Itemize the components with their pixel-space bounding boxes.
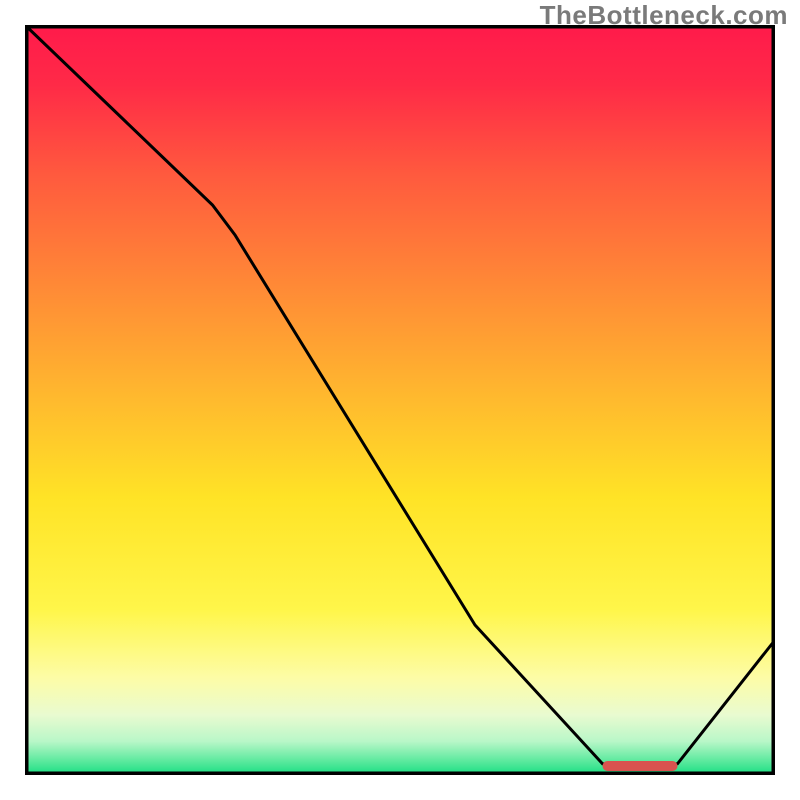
plot-svg: [25, 25, 775, 775]
gradient-background: [25, 25, 775, 775]
optimal-range-marker: [603, 761, 678, 771]
plot-frame: [25, 25, 775, 775]
chart-root: TheBottleneck.com: [0, 0, 800, 800]
